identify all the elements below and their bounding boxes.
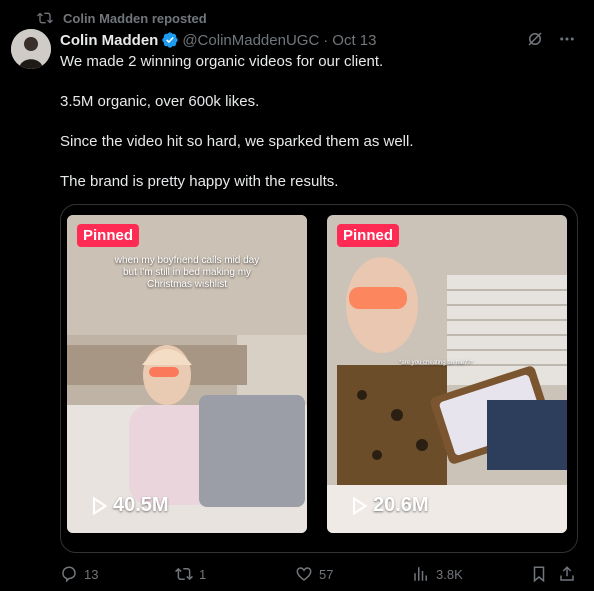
repost-icon [175, 567, 193, 581]
grok-icon[interactable] [526, 30, 544, 48]
action-bar: 13 1 57 3.8K [60, 564, 576, 584]
avatar-image [11, 29, 51, 69]
play-icon [92, 496, 108, 515]
repost-indicator[interactable]: Colin Madden reposted [37, 9, 207, 27]
avatar[interactable] [11, 29, 51, 69]
view-count: 20.6M [349, 494, 429, 517]
video-thumbnail[interactable]: when my boyfriend calls mid day but I'm … [67, 215, 307, 533]
repost-count: 1 [199, 566, 207, 582]
post-date[interactable]: Oct 13 [332, 32, 376, 49]
pinned-badge: Pinned [337, 224, 400, 247]
more-icon[interactable] [558, 30, 576, 48]
share-icon [560, 566, 574, 581]
reply-icon [62, 566, 76, 583]
reply-count: 13 [84, 566, 99, 582]
video-thumbnail[interactable]: *are you cheating on me??* Pinned 20.6M [327, 215, 567, 533]
video-caption: *are you cheating on me??* [399, 360, 474, 366]
post-paragraph: The brand is pretty happy with the resul… [60, 173, 339, 190]
post-paragraph: We made 2 winning organic videos for our… [60, 53, 384, 70]
view-count: 40.5M [89, 494, 169, 517]
author-handle[interactable]: @ColinMaddenUGC [182, 32, 319, 49]
repost-label: Colin Madden reposted [63, 10, 207, 26]
post-header: Colin Madden @ColinMaddenUGC · Oct 13 [60, 30, 584, 50]
share-button[interactable] [558, 565, 576, 583]
bookmark-button[interactable] [530, 565, 548, 583]
pinned-badge: Pinned [77, 224, 140, 247]
repost-button[interactable]: 1 [175, 565, 206, 583]
reply-button[interactable]: 13 [60, 565, 98, 583]
play-icon [352, 496, 368, 515]
like-count: 57 [319, 566, 334, 582]
like-button[interactable]: 57 [295, 565, 333, 583]
view-count-value: 20.6M [373, 494, 429, 516]
repost-icon [37, 12, 53, 24]
post-header-actions [526, 30, 576, 48]
verified-badge-icon[interactable] [161, 31, 179, 49]
views-count: 3.8K [436, 566, 463, 582]
like-icon [296, 567, 312, 581]
views-button[interactable]: 3.8K [412, 565, 463, 583]
video-caption: when my boyfriend calls mid day but I'm … [114, 255, 260, 290]
post-paragraph: 3.5M organic, over 600k likes. [60, 93, 260, 110]
view-count-value: 40.5M [113, 494, 169, 516]
bookmark-icon [533, 566, 545, 583]
post-text: We made 2 winning organic videos for our… [60, 52, 580, 212]
post-paragraph: Since the video hit so hard, we sparked … [60, 133, 414, 150]
separator-dot: · [323, 31, 329, 49]
views-icon [414, 567, 427, 581]
media-container: when my boyfriend calls mid day but I'm … [60, 204, 578, 553]
video-thumbnail-image [327, 215, 567, 533]
author-name[interactable]: Colin Madden [60, 32, 158, 49]
